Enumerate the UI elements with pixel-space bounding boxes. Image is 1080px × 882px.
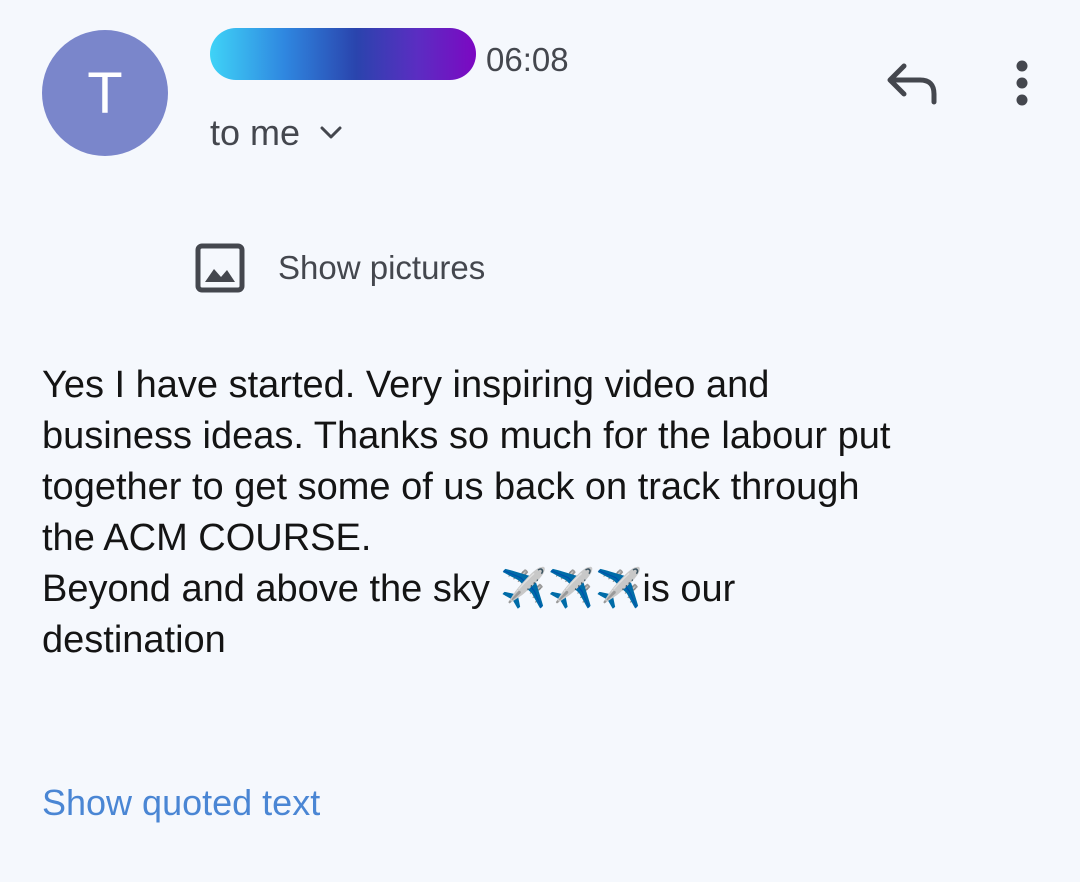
show-pictures-label: Show pictures (278, 249, 486, 286)
more-vert-icon (1016, 60, 1028, 106)
reply-icon (887, 63, 937, 105)
avatar-initial: T (87, 60, 123, 126)
image-icon (194, 242, 246, 294)
email-message-view: T 06:08 to me Show pictures Yes I have s… (0, 0, 1080, 882)
show-quoted-text-link[interactable]: Show quoted text (42, 780, 320, 826)
message-time: 06:08 (486, 41, 569, 78)
more-options-button[interactable] (1000, 56, 1044, 112)
reply-button[interactable] (882, 56, 942, 112)
show-pictures-button[interactable]: Show pictures (194, 240, 485, 296)
sender-avatar[interactable]: T (42, 30, 168, 156)
recipient-label: to me (210, 112, 301, 153)
recipient-details-toggle[interactable]: to me (210, 110, 344, 156)
chevron-down-icon (318, 120, 344, 146)
sender-name-redacted (210, 28, 476, 80)
message-body: Yes I have started. Very inspiring video… (42, 364, 891, 661)
